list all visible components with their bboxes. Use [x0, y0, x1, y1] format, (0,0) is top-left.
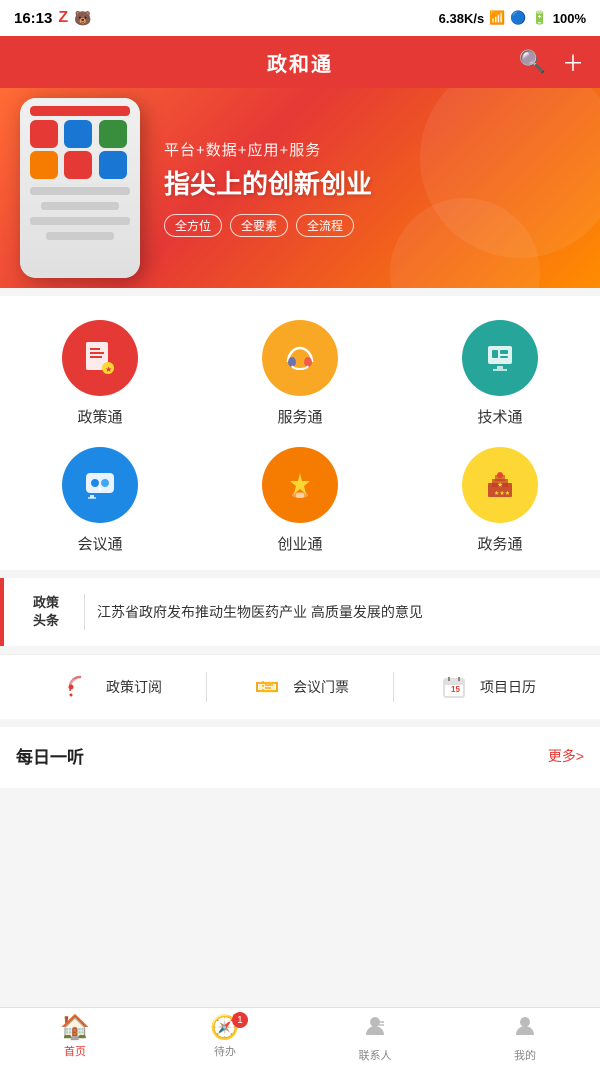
phone-text-line3: [30, 217, 131, 225]
icon-label-tech: 技术通: [477, 406, 522, 427]
icon-startup: [262, 447, 338, 523]
icon-policy: ★: [62, 320, 138, 396]
ticket-icon: [251, 671, 283, 703]
phone-icon-3: [99, 120, 127, 148]
banner-tag-0: 全方位: [164, 214, 222, 237]
phone-screen: [20, 98, 140, 278]
nav-home-label: 首页: [64, 1043, 86, 1059]
news-text: 江苏省政府发布推动生物医药产业 高质量发展的意见: [97, 602, 584, 623]
phone-icon-6: [99, 151, 127, 179]
banner-phone: [20, 98, 140, 278]
quick-link-ticket[interactable]: 会议门票: [207, 671, 393, 703]
icon-label-affairs: 政务通: [477, 533, 522, 554]
header-actions: 🔍 ＋: [519, 46, 584, 78]
icon-label-service: 服务通: [277, 406, 322, 427]
icon-label-policy: 政策通: [77, 406, 122, 427]
phone-icon-5: [64, 151, 92, 179]
icon-item-policy[interactable]: ★ 政策通: [10, 320, 190, 427]
phone-icon-2: [64, 120, 92, 148]
svg-text:★★★: ★★★: [494, 490, 510, 497]
todo-badge-wrapper: 🧭 1: [210, 1016, 240, 1040]
status-bar: 16:13 Z 🐻 6.38K/s 📶 🔵 🔋 100%: [0, 0, 600, 36]
network-speed: 6.38K/s: [439, 11, 485, 26]
daily-title: 每日一听: [16, 743, 84, 768]
ticket-label: 会议门票: [293, 677, 349, 697]
bluetooth-icon: 🔵: [510, 10, 526, 26]
nav-todo[interactable]: 🧭 1 待办: [150, 1008, 300, 1067]
add-icon[interactable]: ＋: [562, 46, 584, 78]
phone-icon-1: [30, 120, 58, 148]
search-icon[interactable]: 🔍: [519, 49, 546, 75]
subscribe-label: 政策订阅: [106, 677, 162, 697]
calendar-icon: 15: [438, 671, 470, 703]
subscribe-icon: [64, 671, 96, 703]
signal-icon: 📶: [489, 10, 505, 26]
status-right: 6.38K/s 📶 🔵 🔋 100%: [439, 10, 586, 26]
quick-link-calendar[interactable]: 15 项目日历: [394, 671, 580, 703]
svg-text:★: ★: [105, 365, 112, 374]
battery-percent: 100%: [553, 11, 586, 26]
quick-links: 政策订阅 会议门票 15: [0, 654, 600, 719]
status-z-icon: Z: [58, 9, 68, 27]
icon-meeting: [62, 447, 138, 523]
icon-tech: [462, 320, 538, 396]
icon-label-startup: 创业通: [277, 533, 322, 554]
quick-link-subscribe[interactable]: 政策订阅: [20, 671, 206, 703]
app-title: 政和通: [267, 48, 333, 77]
daily-more[interactable]: 更多>: [548, 746, 584, 766]
icon-item-startup[interactable]: 创业通: [210, 447, 390, 554]
icon-service: [262, 320, 338, 396]
nav-contacts-label: 联系人: [359, 1047, 392, 1063]
icon-item-tech[interactable]: 技术通: [410, 320, 590, 427]
news-tag: 政策头条: [20, 594, 72, 630]
contacts-icon: [362, 1013, 388, 1044]
battery-icon: 🔋: [532, 10, 548, 26]
phone-header-bar: [30, 106, 131, 116]
phone-icon-4: [30, 151, 58, 179]
daily-header: 每日一听 更多>: [16, 743, 584, 768]
status-time: 16:13: [14, 10, 52, 27]
news-section[interactable]: 政策头条 江苏省政府发布推动生物医药产业 高质量发展的意见: [0, 578, 600, 646]
icon-item-affairs[interactable]: ★★★ ★ 政务通: [410, 447, 590, 554]
icon-item-meeting[interactable]: 会议通: [10, 447, 190, 554]
daily-section: 每日一听 更多>: [0, 727, 600, 788]
banner-tag-1: 全要素: [230, 214, 288, 237]
phone-icon-grid: [30, 120, 131, 179]
status-left: 16:13 Z 🐻: [14, 9, 92, 27]
svg-text:15: 15: [451, 685, 460, 694]
nav-home[interactable]: 🏠 首页: [0, 1008, 150, 1067]
nav-mine[interactable]: 我的: [450, 1008, 600, 1067]
todo-badge: 1: [232, 1012, 248, 1028]
calendar-label: 项目日历: [480, 677, 536, 697]
phone-text-line1: [30, 187, 131, 195]
phone-text-line2: [41, 202, 119, 210]
icon-item-service[interactable]: 服务通: [210, 320, 390, 427]
home-icon: 🏠: [60, 1016, 90, 1040]
nav-todo-label: 待办: [214, 1043, 236, 1059]
nav-contacts[interactable]: 联系人: [300, 1008, 450, 1067]
bottom-nav: 🏠 首页 🧭 1 待办 联系人 我的: [0, 1007, 600, 1067]
app-header: 政和通 🔍 ＋: [0, 36, 600, 88]
icon-affairs: ★★★ ★: [462, 447, 538, 523]
news-divider: [84, 594, 85, 630]
phone-text-line4: [46, 232, 113, 240]
banner-tag-2: 全流程: [296, 214, 354, 237]
banner[interactable]: 平台+数据+应用+服务 指尖上的创新创业 全方位 全要素 全流程: [0, 88, 600, 288]
icon-label-meeting: 会议通: [77, 533, 122, 554]
status-icon2: 🐻: [74, 10, 91, 27]
mine-icon: [512, 1013, 538, 1044]
svg-text:★: ★: [497, 481, 503, 489]
icon-grid: ★ 政策通 服务通: [0, 296, 600, 570]
nav-mine-label: 我的: [514, 1047, 536, 1063]
